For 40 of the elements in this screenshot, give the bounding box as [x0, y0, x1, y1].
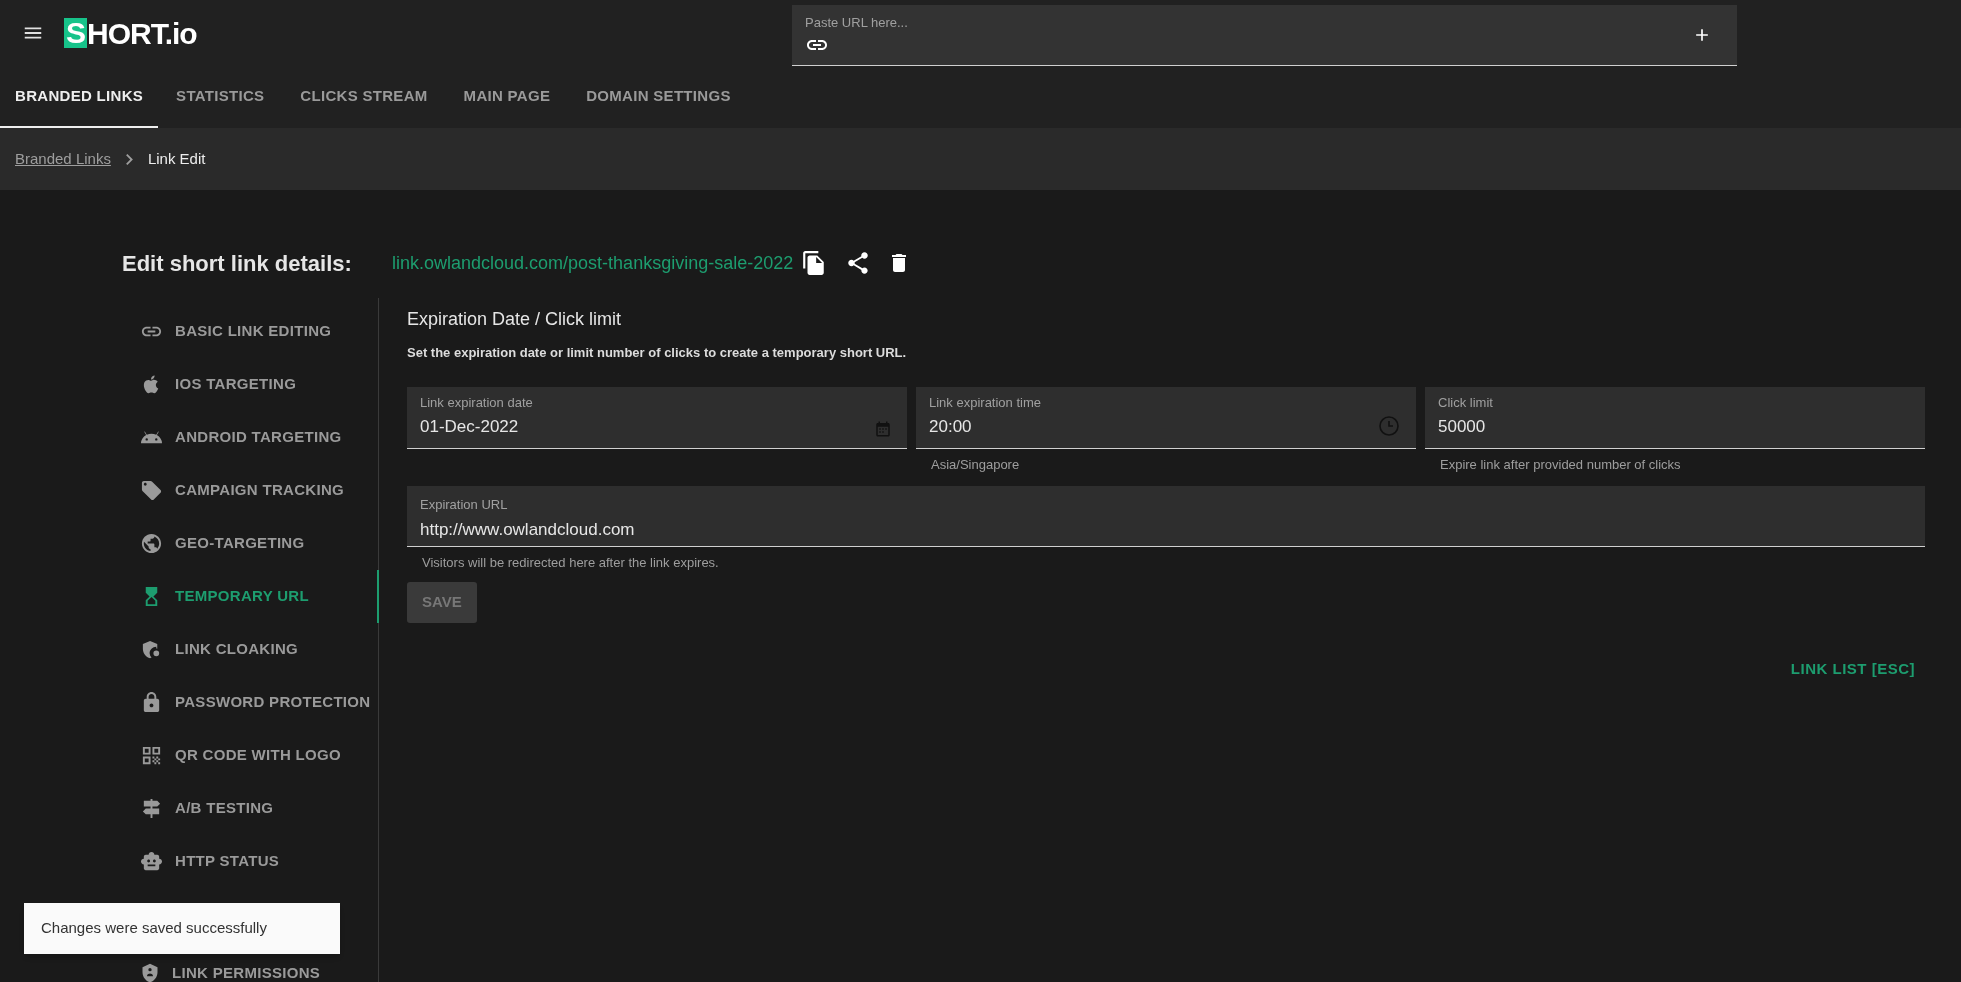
short-link[interactable]: link.owlandcloud.com/post-thanksgiving-sale-2022 — [392, 249, 794, 277]
user-shield-icon — [140, 963, 160, 982]
input-field[interactable]: Link expiration time 20:00 — [916, 386, 1416, 449]
logo[interactable]: SHORT.io — [64, 10, 197, 56]
helper-text: Visitors will be redirected here after the link expires. — [421, 554, 720, 572]
sidebar-item[interactable]: BASIC LINK EDITING — [122, 305, 378, 358]
sidebar-item[interactable]: LINK PERMISSIONS — [122, 962, 378, 982]
nav-tab[interactable]: DOMAIN SETTINGS — [568, 66, 749, 128]
sidebar-item[interactable]: CAMPAIGN TRACKING — [122, 464, 378, 517]
link-list-button[interactable]: LINK LIST [ESC] — [1790, 657, 1915, 680]
page-title: Edit short link details: — [122, 249, 353, 278]
helper-text: Expire link after provided number of clicks — [1439, 455, 1682, 474]
sidebar-item[interactable]: LINK CLOAKING — [122, 623, 378, 676]
section-description: Set the expiration date or limit number of clicks to create a temporary short URL. — [407, 344, 908, 362]
input-field[interactable]: Link expiration date 01-Dec-2022 — [407, 386, 907, 449]
input-field[interactable]: Click limit 50000 — [1425, 386, 1925, 449]
toast: Changes were saved successfully — [24, 903, 340, 954]
sidebar-item[interactable]: IOS TARGETING — [122, 358, 378, 411]
signpost-icon — [140, 797, 163, 820]
sidebar-item[interactable]: PASSWORD PROTECTION — [122, 676, 378, 729]
section-title: Expiration Date / Click limit — [407, 308, 623, 331]
robot-icon — [140, 850, 163, 873]
sidebar-item[interactable]: GEO-TARGETING — [122, 517, 378, 570]
qr-code-icon — [140, 744, 163, 767]
sidebar-item[interactable]: TEMPORARY URL — [122, 570, 379, 623]
nav-tab[interactable]: MAIN PAGE — [445, 66, 569, 128]
breadcrumb-current: Link Edit — [147, 148, 206, 169]
nav-tab[interactable]: CLICKS STREAM — [282, 66, 446, 128]
sidebar-item[interactable]: ANDROID TARGETING — [122, 411, 378, 464]
breadcrumb-link[interactable]: Branded Links — [15, 147, 111, 171]
sidebar-item[interactable]: A/B TESTING — [122, 782, 378, 835]
expiration-url-field[interactable]: Expiration URL http://www.owlandcloud.com — [407, 486, 1925, 547]
tag-icon — [140, 479, 163, 502]
url-input-field[interactable]: Paste URL here... — [792, 5, 1737, 66]
sidebar-item[interactable]: QR CODE WITH LOGO — [122, 729, 378, 782]
chevron-right-icon — [125, 153, 133, 165]
nav-tab[interactable]: STATISTICS — [158, 66, 283, 128]
helper-text: Asia/Singapore — [930, 455, 1021, 474]
sidebar-item[interactable]: HTTP STATUS — [122, 835, 378, 888]
globe-icon — [140, 532, 163, 555]
